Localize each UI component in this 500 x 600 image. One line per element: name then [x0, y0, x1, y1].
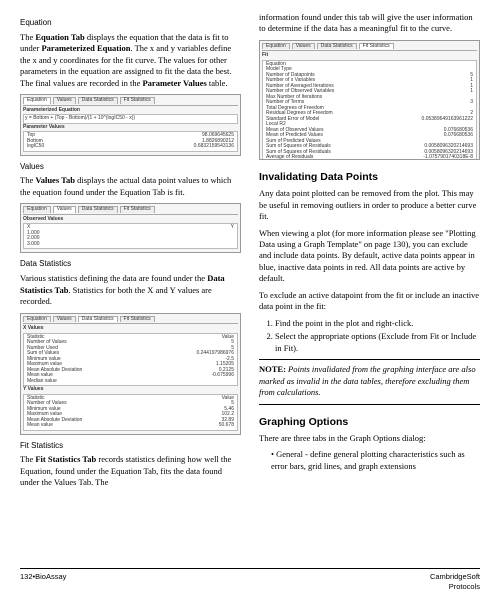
values-tab-screenshot: Equation Values Data Statistics Fit Stat…	[20, 203, 241, 253]
page-footer: 132•BioAssay CambridgeSoft Protocols	[20, 568, 480, 592]
invalidating-steps: Find the point in the plot and right-cli…	[275, 318, 480, 354]
list-item: Find the point in the plot and right-cli…	[275, 318, 480, 329]
note-rule	[259, 404, 480, 405]
invalidating-p1: Any data point plotted can be removed fr…	[259, 188, 480, 222]
values-para: The Values Tab displays the actual data …	[20, 175, 241, 198]
heading-invalidating: Invalidating Data Points	[259, 170, 480, 184]
graphing-p1: There are three tabs in the Graph Option…	[259, 433, 480, 444]
right-column: information found under this tab will gi…	[259, 12, 480, 562]
heading-fit-statistics: Fit Statistics	[20, 441, 241, 452]
heading-values: Values	[20, 162, 241, 173]
footer-left: 132•BioAssay	[20, 572, 66, 592]
equation-tab-screenshot: Equation Values Data Statistics Fit Stat…	[20, 94, 241, 156]
data-statistics-screenshot: Equation Values Data Statistics Fit Stat…	[20, 313, 241, 435]
note: NOTE: Points invalidated from the graphi…	[259, 364, 480, 398]
equation-para: The Equation Tab displays the equation t…	[20, 32, 241, 89]
list-item: Select the appropriate options (Exclude …	[275, 331, 480, 354]
heading-data-statistics: Data Statistics	[20, 259, 241, 270]
page-content: Equation The Equation Tab displays the e…	[20, 12, 480, 562]
left-column: Equation The Equation Tab displays the e…	[20, 12, 241, 562]
data-statistics-para: Various statistics defining the data are…	[20, 273, 241, 307]
graphing-bullets: General - define general plotting charac…	[271, 449, 480, 472]
fit-statistics-para: The Fit Statistics Tab records statistic…	[20, 454, 241, 488]
invalidating-p2: When viewing a plot (for more informatio…	[259, 228, 480, 285]
note-rule	[259, 359, 480, 360]
fit-statistics-screenshot: Equation Values Data Statistics Fit Stat…	[259, 40, 480, 160]
continuation-para: information found under this tab will gi…	[259, 12, 480, 35]
list-item: General - define general plotting charac…	[271, 449, 480, 472]
footer-right: CambridgeSoft Protocols	[430, 572, 480, 592]
heading-equation: Equation	[20, 18, 241, 29]
heading-graphing: Graphing Options	[259, 415, 480, 429]
invalidating-p3: To exclude an active datapoint from the …	[259, 290, 480, 313]
